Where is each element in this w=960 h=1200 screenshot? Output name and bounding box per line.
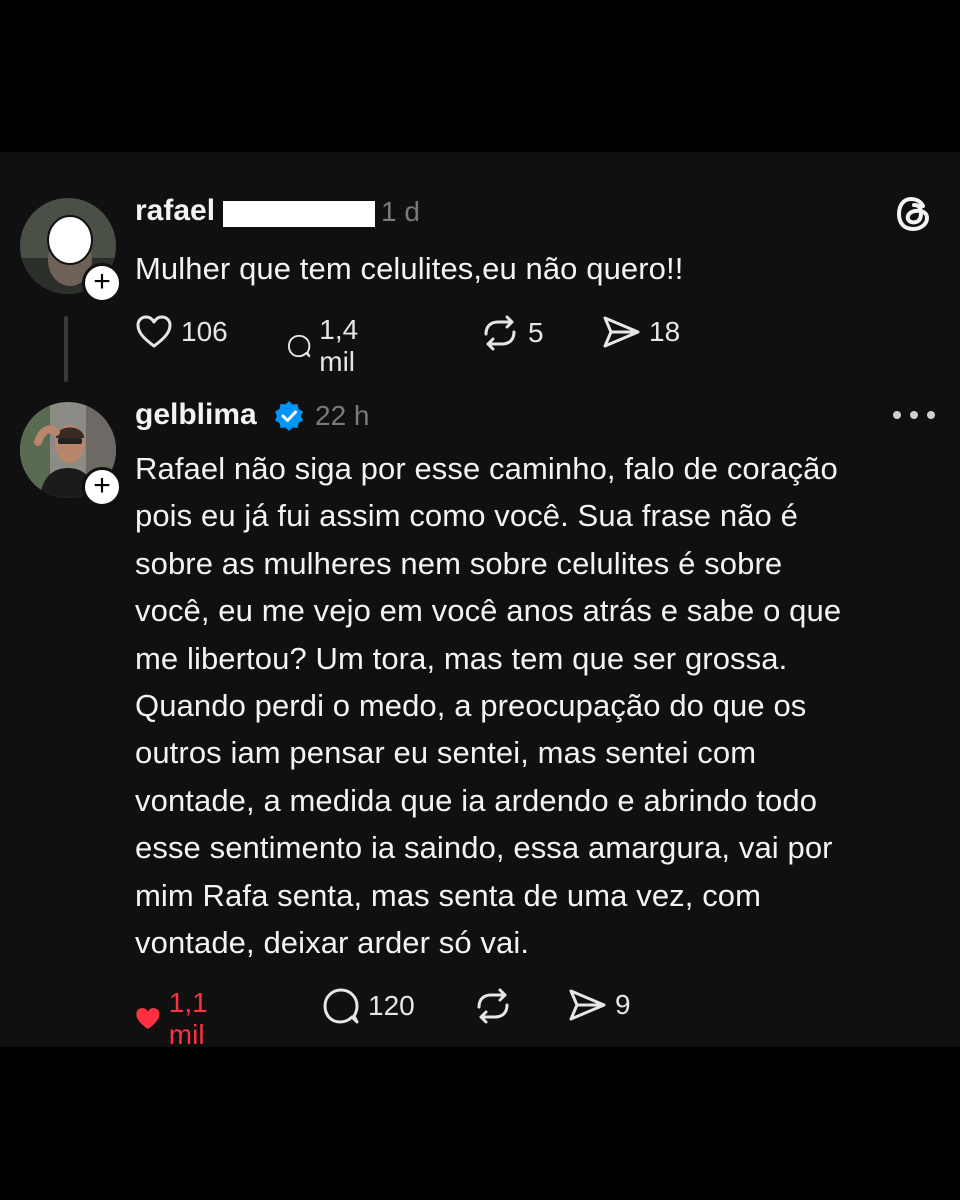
reply-count: 1,4 mil bbox=[319, 314, 359, 377]
follow-button[interactable]: + bbox=[82, 263, 122, 303]
like-button[interactable]: 106 bbox=[135, 314, 228, 350]
follow-button[interactable]: + bbox=[82, 467, 122, 507]
post-text-line: vontade, deixar arder só vai. bbox=[135, 925, 530, 961]
like-count: 1,1 mil bbox=[168, 987, 208, 1050]
reply-button[interactable]: 120 bbox=[322, 987, 415, 1025]
post-text-line: Rafael não siga por esse caminho, falo d… bbox=[135, 451, 838, 486]
post-text-line: Quando perdi o medo, a preocupação do qu… bbox=[135, 688, 807, 724]
like-count: 106 bbox=[181, 316, 228, 347]
post-text-line: outros iam pensar eu sentei, mas sentei … bbox=[135, 735, 757, 771]
comment-icon bbox=[287, 334, 311, 358]
post-time: 22 h bbox=[315, 400, 370, 431]
threads-logo-icon[interactable] bbox=[894, 194, 934, 234]
share-button[interactable]: 9 bbox=[567, 987, 631, 1023]
verified-badge-icon bbox=[275, 401, 303, 431]
share-button[interactable]: 18 bbox=[601, 314, 680, 350]
post-text-line: mim Rafa senta, mas senta de uma vez, co… bbox=[135, 877, 762, 913]
repost-icon bbox=[477, 988, 509, 1024]
reply-count: 120 bbox=[368, 990, 415, 1021]
reply-button[interactable]: 1,4 mil bbox=[287, 314, 372, 378]
repost-button[interactable] bbox=[473, 987, 513, 1025]
repost-button[interactable]: 5 bbox=[480, 314, 544, 352]
heart-icon bbox=[136, 1008, 160, 1030]
heart-icon bbox=[136, 315, 172, 348]
post-text: Mulher que tem celulites,eu não quero!! bbox=[135, 251, 684, 286]
plus-icon: + bbox=[93, 265, 111, 298]
post-time: 1 d bbox=[381, 196, 420, 227]
repost-count: 5 bbox=[528, 317, 544, 348]
post-username[interactable]: rafael bbox=[135, 194, 215, 228]
thread-connector-line bbox=[64, 316, 68, 382]
send-icon bbox=[569, 989, 606, 1021]
like-button[interactable]: 1,1 mil bbox=[135, 987, 222, 1051]
plus-icon: + bbox=[93, 469, 111, 502]
share-count: 18 bbox=[649, 316, 681, 347]
post-text-line: pois eu já fui assim como você. Sua fras… bbox=[135, 498, 798, 534]
post-text-line: esse sentimento ia saindo, essa amargura… bbox=[135, 830, 833, 866]
comment-icon bbox=[323, 988, 359, 1024]
post-text-line: vontade, a medida que ia ardendo e abrin… bbox=[135, 782, 818, 818]
post-text-line: você, eu me vejo em você anos atrás e sa… bbox=[135, 593, 842, 629]
share-count: 9 bbox=[615, 989, 631, 1020]
more-options-icon[interactable] bbox=[893, 405, 935, 425]
username-redaction bbox=[223, 201, 375, 227]
send-icon bbox=[603, 316, 640, 348]
post-text: Rafael não siga por esse caminho, falo d… bbox=[135, 445, 935, 966]
post-username[interactable]: gelblima bbox=[135, 398, 257, 432]
post-text-line: sobre as mulheres nem sobre celulites é … bbox=[135, 545, 783, 581]
post-text-line: me libertou? Um tora, mas tem que ser gr… bbox=[135, 640, 788, 676]
repost-icon bbox=[484, 315, 516, 351]
